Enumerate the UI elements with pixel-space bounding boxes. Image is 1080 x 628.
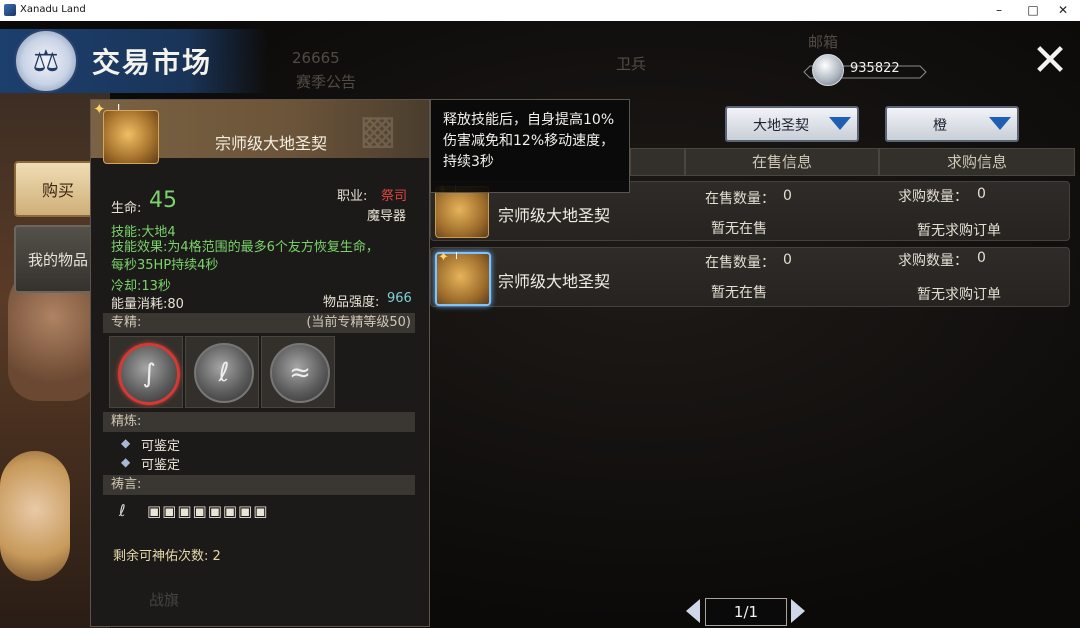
next-page-icon[interactable]: [791, 599, 805, 623]
sale-status: 暂无在售: [711, 221, 767, 237]
game-viewport: 26665 赛季公告 邮箱 卫兵 ⚖ 交易市场 935822 ✕ 购买 我的物品…: [0, 21, 1080, 628]
tab-buy[interactable]: 购买: [14, 161, 102, 217]
item-name: 宗师级大地圣契: [498, 272, 611, 291]
chevron-down-icon: [829, 117, 851, 130]
scales-icon: ⚖: [14, 29, 78, 93]
background-girl-portrait: [0, 451, 70, 581]
tab-my-items[interactable]: 我的物品: [14, 225, 102, 293]
close-x-icon[interactable]: ✕: [1028, 39, 1072, 83]
window-titlebar: Xanadu Land – □ ✕: [0, 0, 1080, 22]
sale-status: 暂无在售: [711, 285, 767, 301]
skill-description-popup: 释放技能后，自身提高10%伤害减免和12%移动速度，持续3秒: [430, 99, 630, 193]
tab-buy-label: 购买: [41, 181, 74, 200]
app-icon: [4, 4, 16, 16]
star-icon: ✦: [438, 250, 449, 265]
buy-count: 0: [977, 250, 986, 266]
page-title: 交易市场: [92, 46, 213, 79]
category-dropdown[interactable]: 大地圣契: [725, 106, 859, 142]
item-tier: I: [455, 251, 458, 262]
prev-page-icon[interactable]: [686, 599, 700, 623]
spec-rune-3-icon: ≈: [270, 343, 330, 403]
tooltip-item-name: 宗师级大地圣契: [215, 134, 328, 153]
category-dropdown-value: 大地圣契: [753, 118, 809, 134]
hp-label: 生命:: [111, 201, 142, 216]
prayer-glyphs: ▣▣▣▣▣▣▣▣: [147, 502, 269, 520]
spec-slot[interactable]: ∫: [109, 336, 183, 408]
energy-cost: 能量消耗:80: [111, 297, 184, 312]
prayer-label: 祷言:: [111, 477, 142, 492]
item-name: 宗师级大地圣契: [498, 206, 611, 225]
spec-label: 专精:: [111, 315, 142, 330]
buy-count-label: 求购数量：: [898, 253, 968, 269]
column-header-sale: 在售信息: [685, 148, 879, 176]
quality-dropdown-value: 橙: [933, 118, 947, 134]
sale-count: 0: [783, 252, 792, 268]
sale-count: 0: [783, 188, 792, 204]
prayer-section-bar: 祷言:: [103, 475, 415, 495]
spec-section-bar: 专精: (当前专精等级50): [103, 313, 415, 333]
spec-slot[interactable]: ℓ: [185, 336, 259, 408]
sale-count-label: 在售数量：: [705, 191, 775, 207]
maximize-icon[interactable]: □: [1016, 0, 1050, 21]
buy-status: 暂无求购订单: [917, 223, 1001, 239]
skill-cooldown: 冷却:13秒: [111, 279, 171, 294]
background-guard: 卫兵: [616, 55, 647, 73]
refine-item: 可鉴定: [141, 458, 181, 473]
refine-label: 精炼:: [111, 414, 142, 429]
table-row[interactable]: ✦ I 宗师级大地圣契 在售数量： 0 暂无在售 求购数量： 0 暂无求购订单: [430, 247, 1070, 307]
window-title: Xanadu Land: [20, 4, 86, 15]
skill-name: 技能:大地4: [111, 225, 176, 240]
column-header-buy: 求购信息: [879, 148, 1075, 176]
class-value: 祭司: [381, 189, 408, 204]
holy-book-icon: [103, 110, 159, 164]
minimize-icon[interactable]: –: [982, 0, 1016, 21]
spec-slot[interactable]: ≈: [261, 336, 335, 408]
background-banner-text: 战旗: [149, 591, 180, 609]
background-mailbox: 邮箱: [808, 33, 839, 51]
page-indicator: 1/1: [705, 598, 787, 626]
close-icon[interactable]: ✕: [1046, 0, 1080, 21]
item-tooltip-panel: ✦ I 宗师级大地圣契 ▩ 生命: 45 职业: 祭司 魔导器 技能:大地4 技…: [90, 99, 430, 627]
prayer-rune-icon: ℓ: [119, 501, 126, 520]
buy-count-label: 求购数量：: [898, 189, 968, 205]
spec-level: (当前专精等级50): [306, 315, 411, 330]
column-header-blank: [630, 148, 685, 176]
diamond-bullet-icon: ◆: [121, 436, 131, 450]
chevron-down-icon: [989, 117, 1011, 130]
background-number: 26665: [292, 49, 340, 67]
book-watermark-icon: ▩: [359, 107, 397, 153]
hp-value: 45: [149, 188, 177, 213]
refine-item: 可鉴定: [141, 439, 181, 454]
sale-count-label: 在售数量：: [705, 255, 775, 271]
class-label: 职业:: [337, 189, 368, 204]
holy-book-icon: ✦ I: [435, 183, 489, 238]
tab-my-items-label: 我的物品: [27, 250, 88, 269]
background-notice: 赛季公告: [296, 73, 357, 91]
strength-label: 物品强度:: [323, 295, 380, 310]
spec-rune-2-icon: ℓ: [194, 343, 254, 403]
spec-rune-1-icon: ∫: [118, 343, 180, 405]
strength-value: 966: [387, 291, 412, 306]
quality-dropdown[interactable]: 橙: [885, 106, 1019, 142]
holy-book-icon: ✦ I: [435, 250, 491, 306]
slot-type: 魔导器: [367, 209, 407, 224]
diamond-bullet-icon: ◆: [121, 455, 131, 469]
refine-section-bar: 精炼:: [103, 412, 415, 432]
silver-coin-icon: [812, 54, 844, 86]
skill-description: 释放技能后，自身提高10%伤害减免和12%移动速度，持续3秒: [443, 112, 615, 170]
blessing-count: 剩余可神佑次数: 2: [113, 549, 221, 564]
currency-amount: 935822: [850, 61, 900, 76]
skill-effect: 技能效果:为4格范围的最多6个友方恢复生命，每秒35HP持续4秒: [111, 240, 379, 273]
buy-count: 0: [977, 186, 986, 202]
buy-status: 暂无求购订单: [917, 287, 1001, 303]
